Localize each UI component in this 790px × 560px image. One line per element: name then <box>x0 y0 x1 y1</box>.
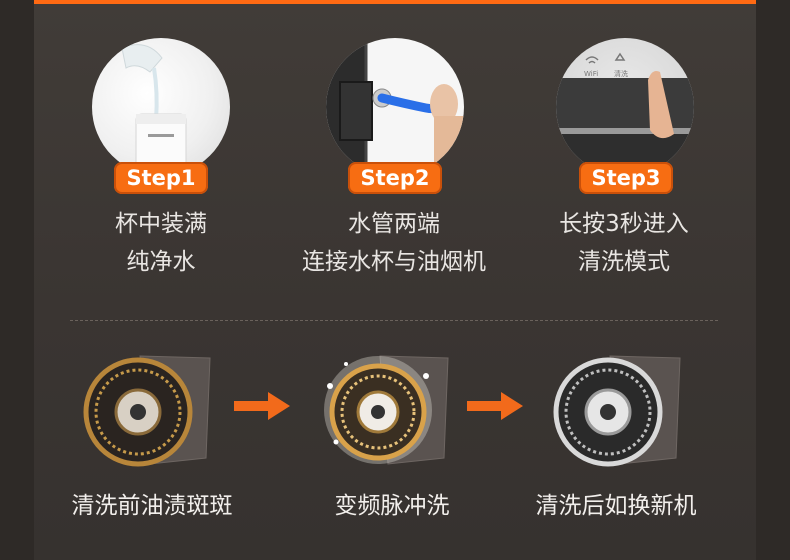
clean-label: 清洗 <box>614 69 628 78</box>
step1-image <box>92 38 230 176</box>
caption-after: 清洗后如换新机 <box>535 493 697 519</box>
step3-line2: 清洗模式 <box>578 249 670 275</box>
step2-image <box>326 38 464 176</box>
fan-washing-image <box>316 346 466 474</box>
step2-line1: 水管两端 <box>348 211 440 237</box>
fan-dirty-image <box>80 346 230 474</box>
accent-bar <box>34 0 756 4</box>
right-arrow-icon <box>467 390 523 422</box>
step3-image: WiFi 清洗 <box>556 38 694 176</box>
caption-washing: 变频脉冲洗 <box>334 493 450 519</box>
step3-line1: 长按3秒进入 <box>559 211 689 237</box>
section-divider <box>70 320 718 321</box>
step3-badge: Step3 <box>579 162 673 194</box>
step1-line1: 杯中装满 <box>115 211 207 237</box>
right-arrow-icon <box>234 390 290 422</box>
caption-before: 清洗前油渍斑斑 <box>71 493 233 519</box>
step1-badge: Step1 <box>114 162 208 194</box>
step2-line2: 连接水杯与油烟机 <box>302 249 486 275</box>
step2-badge: Step2 <box>348 162 442 194</box>
fan-clean-image <box>550 346 700 474</box>
step2-description: 水管两端 连接水杯与油烟机 <box>264 205 524 281</box>
step1-line2: 纯净水 <box>126 249 196 275</box>
step3-description: 长按3秒进入 清洗模式 <box>494 205 754 281</box>
wifi-label: WiFi <box>584 70 598 78</box>
step1-description: 杯中装满 纯净水 <box>31 205 291 281</box>
